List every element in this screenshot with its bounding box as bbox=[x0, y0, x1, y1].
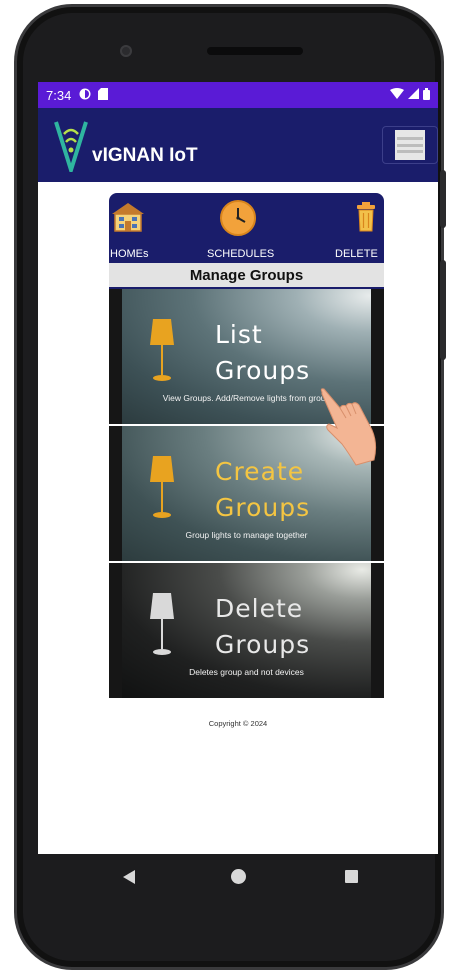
section-title: Manage Groups bbox=[109, 263, 384, 289]
nav-item-delete[interactable]: DELETE bbox=[333, 193, 383, 263]
volume-button bbox=[440, 260, 446, 360]
sync-icon bbox=[79, 88, 91, 103]
status-bar: 7:34 bbox=[38, 82, 438, 108]
top-nav: HOMEs SCHEDULES DELETE bbox=[109, 193, 384, 263]
tile-title: Create Groups bbox=[215, 457, 311, 522]
nav-label-schedules: SCHEDULES bbox=[207, 248, 275, 260]
android-nav-bar bbox=[38, 855, 438, 900]
lamp-icon bbox=[150, 319, 174, 381]
status-right bbox=[390, 87, 430, 103]
house-icon bbox=[112, 203, 144, 232]
nav-label-homes: HOMEs bbox=[110, 248, 149, 260]
copyright: Copyright © 2024 bbox=[208, 719, 268, 728]
status-time: 7:34 bbox=[46, 87, 72, 103]
power-button bbox=[440, 170, 446, 228]
clock-icon bbox=[220, 200, 256, 236]
lamp-icon bbox=[150, 456, 174, 518]
tile-title: List Groups bbox=[215, 320, 311, 385]
tile-subtitle: Group lights to manage together bbox=[185, 530, 308, 540]
nav-label-delete: DELETE bbox=[335, 248, 378, 260]
screen: 7:34 vIGNAN IoT HOMEs SCHEDULES DELETE M… bbox=[38, 82, 438, 854]
tile-subtitle: Deletes group and not devices bbox=[189, 667, 304, 677]
sim-card-icon bbox=[98, 87, 109, 103]
nav-item-schedules[interactable]: SCHEDULES bbox=[203, 193, 275, 263]
wifi-icon bbox=[390, 88, 404, 102]
trash-icon bbox=[357, 202, 375, 232]
back-icon[interactable] bbox=[123, 870, 135, 884]
earpiece-speaker bbox=[207, 47, 303, 55]
app-title: vIGNAN IoT bbox=[92, 145, 198, 166]
battery-icon bbox=[423, 87, 430, 103]
app-logo-icon bbox=[54, 121, 88, 172]
front-camera bbox=[120, 45, 132, 57]
hamburger-icon bbox=[395, 130, 425, 160]
lamp-icon bbox=[150, 593, 174, 655]
nav-item-homes[interactable]: HOMEs bbox=[109, 193, 151, 263]
home-circle-icon[interactable] bbox=[231, 869, 246, 884]
signal-icon bbox=[408, 88, 419, 102]
menu-button[interactable] bbox=[382, 126, 438, 164]
delete-groups-tile[interactable]: Delete Groups Deletes group and not devi… bbox=[109, 563, 384, 700]
tile-title: Delete Groups bbox=[215, 594, 311, 659]
recents-icon[interactable] bbox=[345, 870, 358, 883]
pointing-hand-icon bbox=[320, 388, 377, 466]
app-header: vIGNAN IoT bbox=[38, 108, 438, 182]
